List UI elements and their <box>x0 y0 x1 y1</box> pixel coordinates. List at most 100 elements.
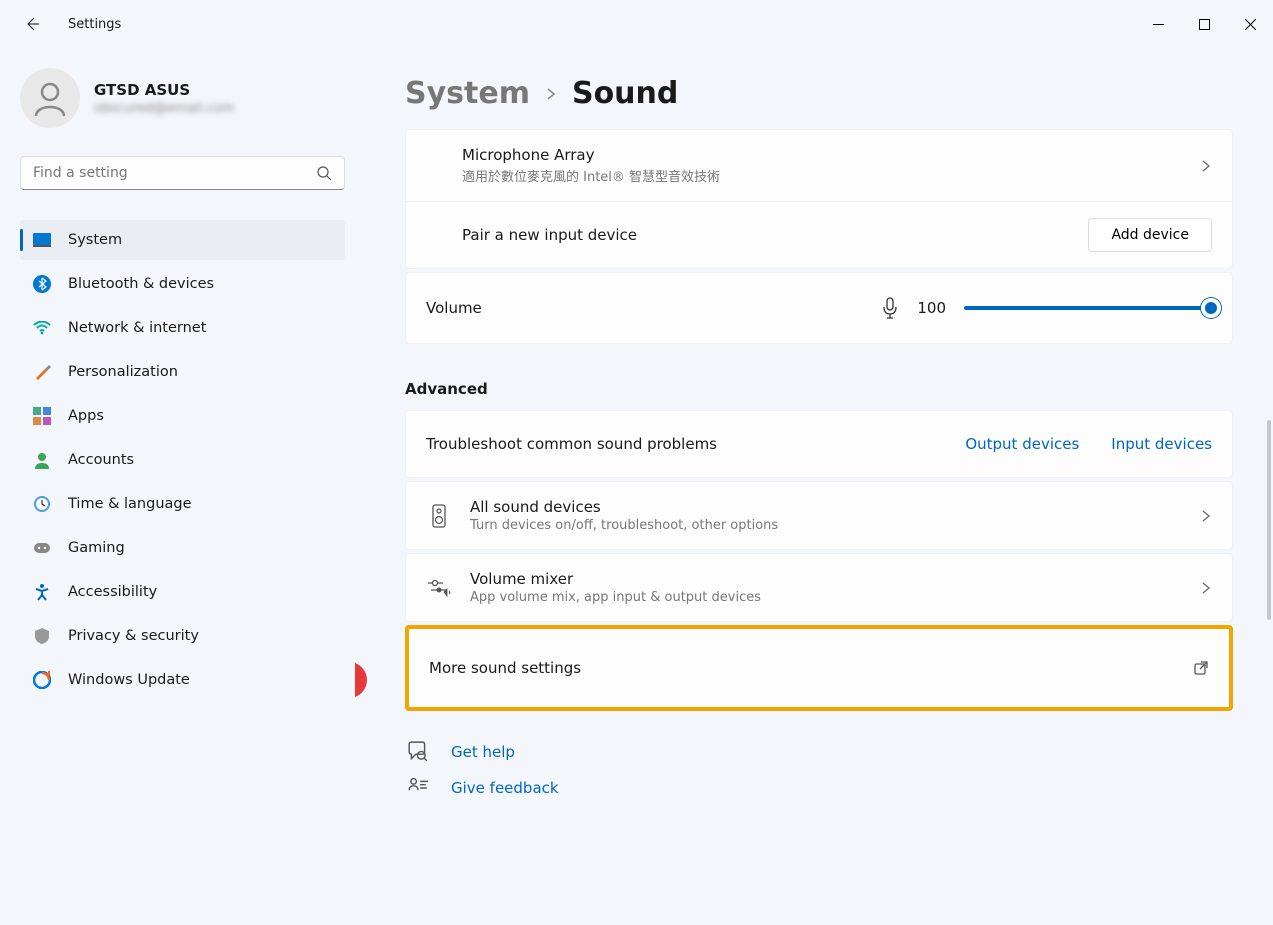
input-devices-link[interactable]: Input devices <box>1111 435 1212 453</box>
account-icon <box>32 450 52 470</box>
back-button[interactable] <box>16 8 48 40</box>
chevron-right-icon <box>1200 160 1212 172</box>
sidebar-item-personalization[interactable]: Personalization <box>20 352 345 392</box>
sidebar-item-accounts[interactable]: Accounts <box>20 440 345 480</box>
sidebar-item-time-language[interactable]: Time & language <box>20 484 345 524</box>
sidebar-item-gaming[interactable]: Gaming <box>20 528 345 568</box>
nav: System Bluetooth & devices Network & int… <box>20 220 345 700</box>
pair-device-row: Pair a new input device Add device <box>406 201 1232 268</box>
avatar <box>20 68 80 128</box>
update-icon <box>32 670 52 690</box>
sidebar-item-label: Accounts <box>68 452 134 468</box>
sidebar-item-label: Personalization <box>68 364 178 380</box>
feedback-icon <box>407 777 429 799</box>
maximize-icon <box>1199 19 1210 30</box>
bluetooth-icon <box>32 274 52 294</box>
apps-icon <box>32 406 52 426</box>
add-device-button[interactable]: Add device <box>1088 218 1212 252</box>
arrow-left-icon <box>24 16 40 32</box>
minimize-button[interactable] <box>1135 8 1181 40</box>
accessibility-icon <box>32 582 52 602</box>
sidebar-item-system[interactable]: System <box>20 220 345 260</box>
gamepad-icon <box>32 538 52 558</box>
sidebar-item-apps[interactable]: Apps <box>20 396 345 436</box>
user-name: GTSD ASUS <box>94 81 234 99</box>
get-help-link[interactable]: Get help <box>407 741 1233 763</box>
give-feedback-link[interactable]: Give feedback <box>407 777 1233 799</box>
sidebar-item-windows-update[interactable]: Windows Update <box>20 660 345 700</box>
volume-mixer-card[interactable]: Volume mixer App volume mix, app input &… <box>405 553 1233 622</box>
sidebar-item-label: System <box>68 232 122 248</box>
sidebar: GTSD ASUS obscured@email.com System Blue… <box>0 48 355 925</box>
volume-slider[interactable] <box>964 306 1212 310</box>
sidebar-item-label: Apps <box>68 408 104 424</box>
more-sound-settings-highlight: More sound settings <box>405 625 1233 711</box>
wifi-icon <box>32 318 52 338</box>
mixer-icon <box>426 575 452 601</box>
window-title: Settings <box>68 17 121 32</box>
brush-icon <box>32 362 52 382</box>
card-title: All sound devices <box>470 498 1182 516</box>
minimize-icon <box>1153 19 1164 30</box>
slider-thumb[interactable] <box>1201 298 1221 318</box>
input-device-row[interactable]: Microphone Array 適用於數位麥克風的 Intel® 智慧型音效技… <box>406 130 1232 201</box>
search-input[interactable] <box>33 165 316 181</box>
card-subtitle: Turn devices on/off, troubleshoot, other… <box>470 518 1182 533</box>
device-subtitle: 適用於數位麥克風的 Intel® 智慧型音效技術 <box>462 166 1182 185</box>
breadcrumb: System Sound <box>405 76 1233 111</box>
sidebar-item-privacy[interactable]: Privacy & security <box>20 616 345 656</box>
output-devices-link[interactable]: Output devices <box>965 435 1079 453</box>
link-label: Give feedback <box>451 779 559 797</box>
titlebar: Settings <box>0 0 1273 48</box>
sidebar-item-label: Privacy & security <box>68 628 199 644</box>
help-icon <box>407 741 429 763</box>
breadcrumb-current: Sound <box>572 76 678 111</box>
user-block[interactable]: GTSD ASUS obscured@email.com <box>20 68 345 128</box>
main-content: System Sound Microphone Array 適用於數位麥克風的 … <box>355 48 1273 925</box>
system-icon <box>32 230 52 250</box>
close-button[interactable] <box>1227 8 1273 40</box>
sidebar-item-label: Bluetooth & devices <box>68 276 214 292</box>
clock-icon <box>32 494 52 514</box>
card-subtitle: App volume mix, app input & output devic… <box>470 590 1182 605</box>
person-icon <box>30 78 70 118</box>
annotation-badge: 3 <box>355 662 367 698</box>
sidebar-item-label: Time & language <box>68 496 192 512</box>
volume-value: 100 <box>917 299 946 317</box>
card-title: Volume mixer <box>470 570 1182 588</box>
sidebar-item-network[interactable]: Network & internet <box>20 308 345 348</box>
close-icon <box>1245 19 1256 30</box>
speaker-icon <box>426 503 452 529</box>
volume-label: Volume <box>426 299 482 317</box>
microphone-icon[interactable] <box>881 297 899 319</box>
scrollbar[interactable] <box>1267 420 1271 620</box>
sidebar-item-accessibility[interactable]: Accessibility <box>20 572 345 612</box>
troubleshoot-card: Troubleshoot common sound problems Outpu… <box>405 410 1233 478</box>
volume-card: Volume 100 <box>405 272 1233 344</box>
sidebar-item-label: Gaming <box>68 540 125 556</box>
troubleshoot-label: Troubleshoot common sound problems <box>426 435 933 453</box>
pair-label: Pair a new input device <box>462 226 637 244</box>
device-title: Microphone Array <box>462 146 1182 164</box>
card-title: More sound settings <box>429 659 1175 677</box>
user-email: obscured@email.com <box>94 101 234 116</box>
sidebar-item-label: Network & internet <box>68 320 206 336</box>
chevron-right-icon <box>1200 582 1212 594</box>
sidebar-item-label: Windows Update <box>68 672 190 688</box>
chevron-right-icon <box>1200 510 1212 522</box>
sidebar-item-label: Accessibility <box>68 584 157 600</box>
search-icon <box>316 165 332 181</box>
all-sound-devices-card[interactable]: All sound devices Turn devices on/off, t… <box>405 481 1233 550</box>
shield-icon <box>32 626 52 646</box>
search-box[interactable] <box>20 156 345 190</box>
more-sound-settings-row[interactable]: More sound settings <box>409 629 1229 707</box>
section-header-advanced: Advanced <box>405 380 1233 398</box>
window-controls <box>1135 8 1273 40</box>
input-devices-card: Microphone Array 適用於數位麥克風的 Intel® 智慧型音效技… <box>405 129 1233 269</box>
link-label: Get help <box>451 743 515 761</box>
chevron-right-icon <box>544 87 558 101</box>
breadcrumb-parent[interactable]: System <box>405 76 530 111</box>
maximize-button[interactable] <box>1181 8 1227 40</box>
sidebar-item-bluetooth[interactable]: Bluetooth & devices <box>20 264 345 304</box>
external-link-icon <box>1193 660 1209 676</box>
